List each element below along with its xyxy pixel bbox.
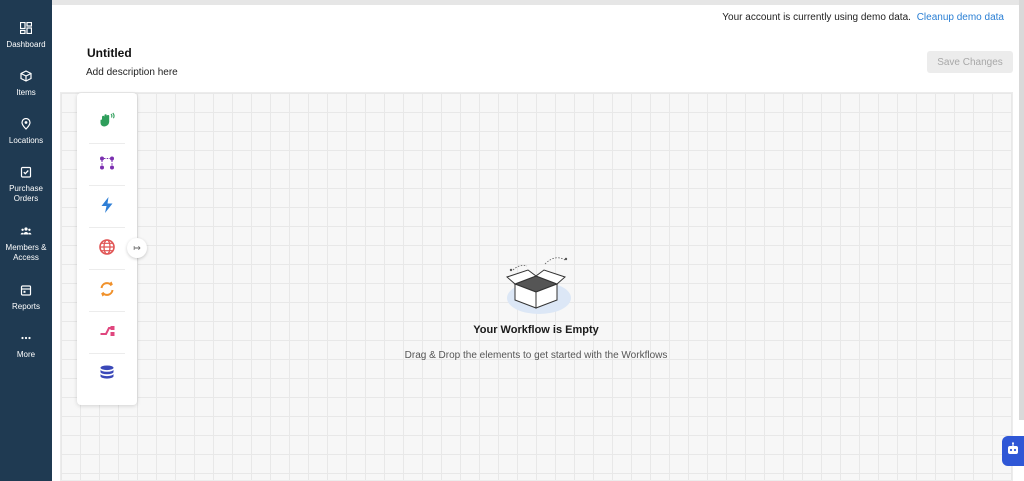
tool-data-store[interactable]: [77, 354, 137, 396]
tool-action[interactable]: [77, 186, 137, 228]
save-changes-button[interactable]: Save Changes: [927, 51, 1013, 73]
demo-notice: Your account is currently using demo dat…: [722, 12, 1004, 23]
database-icon: [98, 364, 116, 387]
dashboard-icon: [18, 20, 34, 36]
top-divider: [52, 0, 1024, 5]
tool-split[interactable]: [77, 312, 137, 354]
users-icon: [18, 223, 34, 239]
robot-icon: [1006, 441, 1020, 461]
empty-state-subtitle: Drag & Drop the elements to get started …: [404, 350, 668, 361]
sidebar-item-locations[interactable]: Locations: [0, 116, 52, 146]
toolbox-expand-button[interactable]: ↦: [127, 238, 147, 258]
scrollbar[interactable]: [1019, 0, 1024, 420]
location-pin-icon: [18, 116, 34, 132]
empty-state-title: Your Workflow is Empty: [473, 324, 599, 336]
workflow-title[interactable]: Untitled: [87, 46, 132, 60]
globe-icon: [98, 238, 116, 261]
sidebar-item-dashboard[interactable]: Dashboard: [0, 20, 52, 50]
sidebar-item-members-access[interactable]: Members & Access: [0, 223, 52, 263]
more-dots-icon: [18, 330, 34, 346]
assistant-button[interactable]: [1002, 436, 1024, 466]
tool-condition[interactable]: [77, 144, 137, 186]
empty-box-illustration: [499, 254, 573, 316]
split-arrow-icon: [98, 322, 116, 345]
sidebar-item-purchase-orders[interactable]: Purchase Orders: [0, 164, 52, 204]
lightning-icon: [98, 196, 116, 219]
tool-trigger[interactable]: [77, 101, 137, 143]
sidebar-item-more[interactable]: More: [0, 330, 52, 360]
sidebar-item-label: Locations: [8, 136, 44, 145]
sidebar-item-label: Items: [16, 88, 36, 97]
sidebar-item-items[interactable]: Items: [0, 68, 52, 98]
sidebar-item-reports[interactable]: Reports: [0, 282, 52, 312]
hand-wave-icon: [98, 111, 116, 134]
sidebar-item-label: Members & Access: [5, 243, 47, 262]
tool-loop[interactable]: [77, 270, 137, 312]
demo-notice-text: Your account is currently using demo dat…: [722, 12, 911, 23]
calendar-icon: [18, 282, 34, 298]
clipboard-check-icon: [18, 164, 34, 180]
sidebar-item-label: Purchase Orders: [9, 184, 43, 203]
workflow-description[interactable]: Add description here: [86, 67, 178, 78]
sidebar-item-label: More: [16, 350, 36, 359]
expand-arrow-icon: ↦: [133, 242, 141, 253]
sidebar: Dashboard Items Locations Purchase Order…: [0, 0, 52, 481]
cleanup-demo-link[interactable]: Cleanup demo data: [917, 12, 1004, 23]
box-icon: [18, 68, 34, 84]
sidebar-item-label: Dashboard: [6, 40, 46, 49]
refresh-icon: [98, 280, 116, 303]
branch-nodes-icon: [98, 154, 116, 177]
sidebar-item-label: Reports: [11, 302, 40, 311]
